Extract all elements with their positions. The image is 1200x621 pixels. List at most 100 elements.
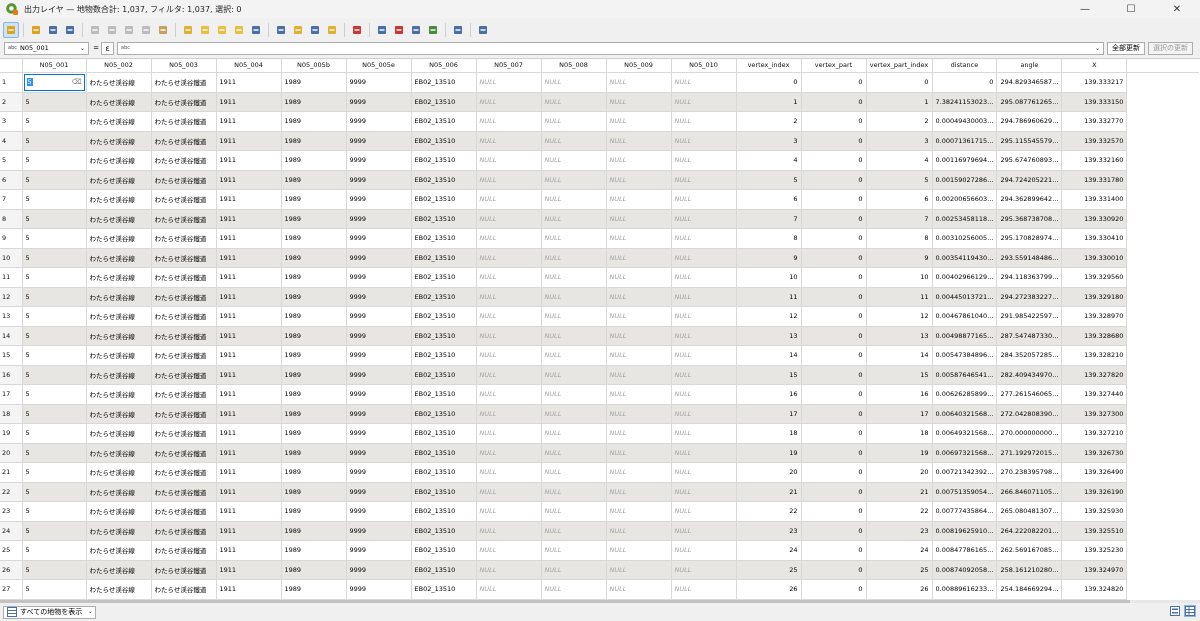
table-cell[interactable]: 139.325510 <box>1061 521 1128 541</box>
column-header[interactable]: N05_004 <box>216 59 282 73</box>
table-cell[interactable]: EB02_13510 <box>411 209 477 229</box>
table-cell[interactable]: 0 <box>801 404 867 424</box>
table-cell[interactable]: 0.00310256005... <box>932 228 998 249</box>
table-cell[interactable]: NULL <box>541 443 607 463</box>
table-cell[interactable]: 0 <box>801 501 867 522</box>
table-cell[interactable]: わたらせ渓谷線 <box>86 92 152 112</box>
table-cell[interactable]: 1989 <box>281 170 347 190</box>
deselect-all-button[interactable] <box>231 22 247 38</box>
table-cell[interactable]: 5 <box>22 579 87 600</box>
table-cell[interactable]: NULL <box>671 92 737 112</box>
table-row[interactable]: 3 5 わたらせ渓谷線 わたらせ渓谷鐵道 1911 1989 9999 EB02_13510 N… <box>0 111 1199 132</box>
table-cell[interactable]: 1911 <box>216 170 282 190</box>
table-cell[interactable]: 19 <box>866 443 933 463</box>
table-cell[interactable]: 1911 <box>216 443 282 463</box>
table-cell[interactable]: NULL <box>671 345 737 366</box>
table-cell[interactable]: 23 <box>866 521 933 541</box>
table-cell[interactable]: 1989 <box>281 521 347 541</box>
table-cell[interactable]: NULL <box>606 462 672 483</box>
table-cell-editing[interactable]: 5 ⌫ <box>22 72 87 93</box>
table-cell[interactable]: 291.985422597... <box>996 306 1063 327</box>
column-header[interactable]: N05_010 <box>671 59 737 73</box>
table-cell[interactable]: 0.00445013721... <box>932 287 998 307</box>
copy-button[interactable] <box>138 22 154 38</box>
table-cell[interactable]: 1911 <box>216 189 282 210</box>
table-cell[interactable]: EB02_13510 <box>411 131 477 151</box>
table-cell[interactable]: わたらせ渓谷線 <box>86 209 152 229</box>
table-row[interactable]: 4 5 わたらせ渓谷線 わたらせ渓谷鐵道 1911 1989 9999 EB02_13510 N… <box>0 131 1199 151</box>
table-cell[interactable]: 19 <box>736 443 802 463</box>
table-cell[interactable]: NULL <box>541 579 607 600</box>
table-cell[interactable]: 0 <box>801 189 867 210</box>
table-row[interactable]: 7 5 わたらせ渓谷線 わたらせ渓谷鐵道 1911 1989 9999 EB02_13510 N… <box>0 189 1199 210</box>
table-cell[interactable]: 0 <box>801 72 867 93</box>
table-cell[interactable]: NULL <box>541 111 607 132</box>
cell-editor-input[interactable]: 5 ⌫ <box>23 73 85 91</box>
table-cell[interactable]: NULL <box>476 92 542 112</box>
column-header[interactable]: N05_001 <box>22 59 87 73</box>
table-cell[interactable]: NULL <box>671 209 737 229</box>
table-cell[interactable]: EB02_13510 <box>411 384 477 405</box>
table-cell[interactable]: NULL <box>476 365 542 385</box>
table-cell[interactable]: NULL <box>541 228 607 249</box>
table-row[interactable]: 15 5 わたらせ渓谷線 わたらせ渓谷鐵道 1911 1989 9999 EB02_13510… <box>0 345 1199 366</box>
table-cell[interactable]: 294.362899642... <box>996 189 1063 210</box>
table-cell[interactable]: 139.327210 <box>1061 423 1128 444</box>
table-cell[interactable]: 9999 <box>346 248 412 268</box>
table-cell[interactable]: 258.161210280... <box>996 560 1063 580</box>
table-cell[interactable]: NULL <box>606 170 672 190</box>
table-cell[interactable]: NULL <box>541 92 607 112</box>
close-button[interactable]: ✕ <box>1154 0 1200 18</box>
table-cell[interactable]: NULL <box>671 306 737 327</box>
table-cell[interactable]: 295.368738708... <box>996 209 1063 229</box>
table-cell[interactable]: 0.00498877165... <box>932 326 998 346</box>
row-header[interactable]: 24 <box>0 521 23 541</box>
save-edits-button[interactable] <box>45 22 61 38</box>
table-cell[interactable]: NULL <box>606 521 672 541</box>
delete-feature-button[interactable] <box>104 22 120 38</box>
table-row[interactable]: 6 5 わたらせ渓谷線 わたらせ渓谷鐵道 1911 1989 9999 EB02_13510 N… <box>0 170 1199 190</box>
table-cell[interactable]: 16 <box>736 384 802 405</box>
table-cell[interactable]: 11 <box>736 287 802 307</box>
table-cell[interactable]: 10 <box>866 267 933 288</box>
table-cell[interactable]: NULL <box>671 579 737 600</box>
table-cell[interactable]: NULL <box>606 267 672 288</box>
table-cell[interactable]: NULL <box>606 540 672 561</box>
paste-button[interactable] <box>155 22 171 38</box>
table-cell[interactable]: EB02_13510 <box>411 345 477 366</box>
table-cell[interactable]: 7.38241153023... <box>932 92 998 112</box>
table-cell[interactable]: 0 <box>801 228 867 249</box>
table-cell[interactable]: 1989 <box>281 209 347 229</box>
table-cell[interactable]: 9999 <box>346 365 412 385</box>
table-cell[interactable]: 9999 <box>346 228 412 249</box>
table-cell[interactable]: 9 <box>866 248 933 268</box>
table-cell[interactable]: わたらせ渓谷鐵道 <box>151 131 217 151</box>
table-cell[interactable]: 5 <box>22 287 87 307</box>
table-cell[interactable]: NULL <box>476 579 542 600</box>
table-cell[interactable]: 0 <box>801 345 867 366</box>
table-cell[interactable]: わたらせ渓谷鐵道 <box>151 345 217 366</box>
column-header[interactable]: N05_007 <box>476 59 542 73</box>
table-cell[interactable]: 139.328680 <box>1061 326 1128 346</box>
table-cell[interactable]: NULL <box>671 189 737 210</box>
table-cell[interactable]: NULL <box>476 248 542 268</box>
table-cell[interactable]: EB02_13510 <box>411 462 477 483</box>
table-cell[interactable]: 15 <box>736 365 802 385</box>
table-row[interactable]: 23 5 わたらせ渓谷線 わたらせ渓谷鐵道 1911 1989 9999 EB02_13510… <box>0 501 1199 522</box>
table-cell[interactable]: 0 <box>801 365 867 385</box>
table-cell[interactable]: 0 <box>801 209 867 229</box>
table-cell[interactable]: 254.184669294... <box>996 579 1063 600</box>
row-header[interactable]: 23 <box>0 501 23 522</box>
table-cell[interactable]: 0 <box>801 521 867 541</box>
reload-table-button[interactable] <box>62 22 78 38</box>
table-cell[interactable]: 287.547487330... <box>996 326 1063 346</box>
table-cell[interactable]: EB02_13510 <box>411 306 477 327</box>
row-header[interactable]: 20 <box>0 443 23 463</box>
table-cell[interactable]: 0.00874092058... <box>932 560 998 580</box>
table-cell[interactable]: NULL <box>541 521 607 541</box>
table-cell[interactable]: EB02_13510 <box>411 228 477 249</box>
table-row[interactable]: 25 5 わたらせ渓谷線 わたらせ渓谷鐵道 1911 1989 9999 EB02_13510… <box>0 540 1199 561</box>
table-cell[interactable]: 5 <box>22 482 87 502</box>
table-cell[interactable]: 0 <box>801 540 867 561</box>
table-cell[interactable]: わたらせ渓谷鐵道 <box>151 150 217 171</box>
